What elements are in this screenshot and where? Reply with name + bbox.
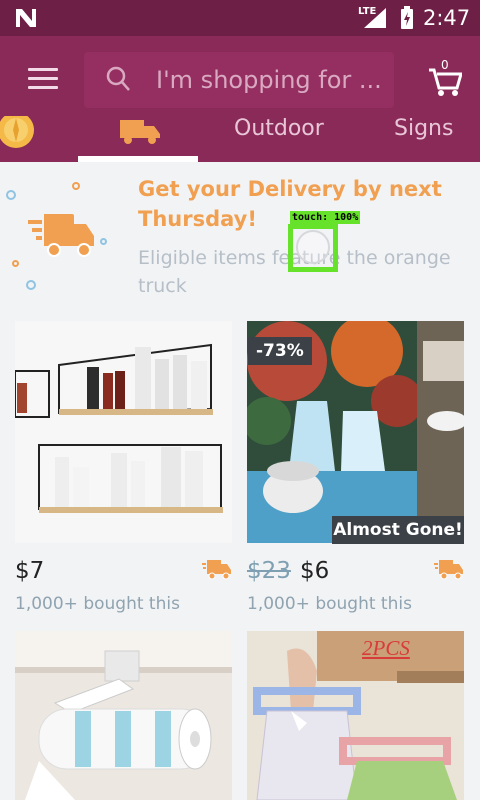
- delivery-truck-icon: [28, 214, 94, 257]
- almost-gone-tag: Almost Gone!: [332, 516, 464, 544]
- product-image-towel-holder[interactable]: [15, 631, 232, 800]
- confetti-dot: [6, 190, 16, 200]
- app-header: I'm shopping for ... 0 Outdoor Signs: [0, 36, 480, 162]
- confetti-dot: [26, 280, 36, 290]
- delivery-truck-icon: [202, 560, 231, 580]
- confetti-dot: [100, 238, 107, 245]
- product-price: $6: [300, 558, 330, 584]
- tab-outdoor[interactable]: Outdoor: [234, 116, 324, 162]
- tab-sun-category[interactable]: [0, 112, 42, 162]
- touch-indicator-label: touch: 100%: [290, 211, 361, 224]
- bought-count: 1,000+ bought this: [247, 594, 412, 614]
- battery-charging-icon: [401, 6, 413, 29]
- search-bar[interactable]: I'm shopping for ...: [84, 52, 394, 108]
- confetti-dot: [12, 260, 19, 267]
- delivery-banner[interactable]: Get your Delivery by next Thursday! Elig…: [0, 162, 480, 308]
- sun-icon: [0, 112, 34, 148]
- confetti-dot: [72, 182, 80, 190]
- touch-indicator-circle: [296, 230, 330, 264]
- discount-badge: -73%: [248, 337, 312, 365]
- cart-count: 0: [441, 58, 449, 72]
- original-price: $23: [247, 558, 291, 584]
- product-image-bag-holder[interactable]: [247, 631, 464, 800]
- product-overlay-text: 2PCS: [362, 636, 410, 660]
- paper-towel-holder-image: [15, 631, 232, 800]
- search-icon: [106, 66, 130, 91]
- product-image-shelves[interactable]: [15, 321, 232, 543]
- clock: 2:47: [423, 6, 471, 30]
- product-price: $7: [15, 558, 45, 584]
- search-placeholder: I'm shopping for ...: [156, 66, 382, 94]
- delivery-truck-icon: [120, 120, 160, 144]
- menu-icon[interactable]: [28, 68, 58, 90]
- tab-signs[interactable]: Signs: [394, 116, 453, 162]
- wire-shelf-image: [15, 321, 232, 543]
- notification-n-icon: [16, 9, 36, 27]
- status-bar: LTE 2:47: [0, 0, 480, 36]
- cart-button[interactable]: 0: [428, 58, 463, 98]
- delivery-truck-icon: [434, 560, 463, 580]
- bag-holder-image: [247, 631, 464, 800]
- bought-count: 1,000+ bought this: [15, 594, 180, 614]
- signal-icon: [364, 8, 386, 28]
